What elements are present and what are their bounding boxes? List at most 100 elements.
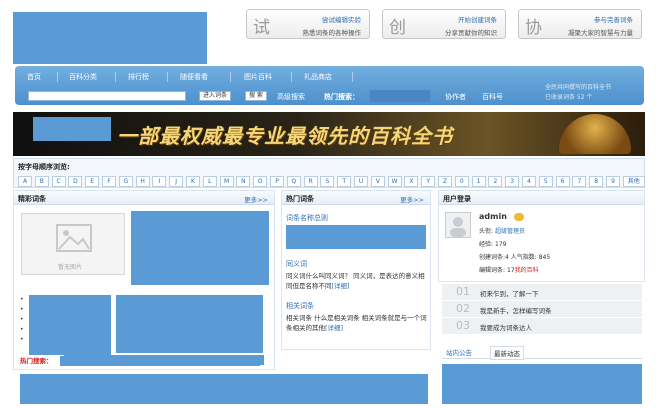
featured-list-right[interactable] xyxy=(116,295,263,353)
tab-latest-news[interactable]: 最新动态 xyxy=(490,346,524,360)
feature-create-entry[interactable]: 创 开始创建词条 分享贡献你的知识 xyxy=(382,9,506,39)
my-baike-link[interactable]: 我的百科 xyxy=(515,267,539,274)
letter-link[interactable]: 6 xyxy=(555,176,570,187)
user-level-icon xyxy=(514,213,524,221)
nav-random[interactable]: 随便看看 xyxy=(180,72,208,82)
featured-header: 精彩词条 更多>> xyxy=(14,191,274,205)
letter-link[interactable]: F xyxy=(102,176,116,187)
letter-link[interactable]: D xyxy=(68,176,83,187)
promo-banner[interactable]: 一部最权威最专业最领先的百科全书 xyxy=(13,112,645,156)
username[interactable]: admin xyxy=(479,212,507,221)
feature-title[interactable]: 开始创建词条 xyxy=(458,14,497,24)
collaborators-link[interactable]: 协作者 xyxy=(445,92,466,102)
letter-link[interactable]: G xyxy=(118,176,133,187)
nav-divider xyxy=(352,72,353,82)
letter-link[interactable]: L xyxy=(202,176,217,187)
letter-link[interactable]: A xyxy=(18,176,32,187)
task-row[interactable]: 03 我要成为词条达人 xyxy=(442,318,642,335)
nav-images[interactable]: 图片百科 xyxy=(244,72,272,82)
letter-link[interactable]: I xyxy=(152,176,167,187)
main-nav: 首页 百科分类 排行榜 随便看看 图片百科 礼品商店 全民共同撰写的百科全书 已… xyxy=(15,66,644,105)
search-button[interactable]: 搜 索 xyxy=(245,91,267,101)
letter-link[interactable]: R xyxy=(303,176,318,187)
letter-link[interactable]: W xyxy=(387,176,402,187)
hot-entries-title: 热门词条 xyxy=(286,195,314,203)
feature-title[interactable]: 参与完善词条 xyxy=(594,14,633,24)
nav-home[interactable]: 首页 xyxy=(27,72,41,82)
letter-link[interactable]: Y xyxy=(421,176,436,187)
letter-link[interactable]: 0 xyxy=(454,176,469,187)
letter-link[interactable]: M xyxy=(219,176,234,187)
hot-entry-detail-link[interactable]: [详细] xyxy=(332,282,350,290)
nav-divider xyxy=(291,72,292,82)
hot-entries-panel: 热门词条 更多>> 词条名称总则 同义词 同义词什么叫同义词？ 同义词，是表达的… xyxy=(281,190,431,350)
letter-link[interactable]: P xyxy=(270,176,284,187)
hot-entry-title[interactable]: 相关词条 xyxy=(286,301,314,311)
task-row[interactable]: 02 我是新手，怎样编写词条 xyxy=(442,301,642,318)
avatar[interactable] xyxy=(445,212,471,238)
letter-link[interactable]: 2 xyxy=(488,176,503,187)
task-text[interactable]: 我是新手，怎样编写词条 xyxy=(480,305,552,315)
letter-link[interactable]: 1 xyxy=(471,176,486,187)
feature-improve-entry[interactable]: 协 参与完善词条 凝聚大家的智慧与力量 xyxy=(518,9,642,39)
letter-link[interactable]: 9 xyxy=(606,176,620,187)
letter-link[interactable]: E xyxy=(85,176,100,187)
task-text[interactable]: 初来乍到，了解一下 xyxy=(480,288,539,298)
hot-entry-title[interactable]: 同义词 xyxy=(286,259,307,269)
letter-link[interactable]: 7 xyxy=(572,176,587,187)
image-placeholder-icon xyxy=(56,224,92,252)
advanced-search-link[interactable]: 高级搜索 xyxy=(277,92,305,102)
baike-account-link[interactable]: 百科号 xyxy=(482,92,503,102)
hot-entry-title[interactable]: 词条名称总则 xyxy=(286,213,328,223)
letter-link[interactable]: K xyxy=(186,176,200,187)
task-number: 03 xyxy=(456,319,470,332)
banner-slogan: 一部最权威最专业最领先的百科全书 xyxy=(117,124,453,148)
feature-try-edit[interactable]: 试 尝试编辑实验 熟悉词条的各种操作 xyxy=(246,9,370,39)
nav-gift-shop[interactable]: 礼品商店 xyxy=(304,72,332,82)
letter-link[interactable]: B xyxy=(34,176,49,187)
search-input[interactable] xyxy=(28,91,186,101)
feature-subtitle: 分享贡献你的知识 xyxy=(445,29,497,37)
letter-link[interactable]: T xyxy=(337,176,352,187)
hot-entry-desc-text: 同义词什么叫同义词？ 同义词，是表达的意义相同但是名称不同 xyxy=(286,272,425,290)
feature-title[interactable]: 尝试编辑实验 xyxy=(322,14,361,24)
site-logo[interactable] xyxy=(13,12,207,64)
task-row[interactable]: 01 初来乍到，了解一下 xyxy=(442,284,642,301)
letter-link[interactable]: Q xyxy=(286,176,301,187)
letter-link[interactable]: U xyxy=(354,176,368,187)
letter-link[interactable]: O xyxy=(253,176,268,187)
letter-link[interactable]: H xyxy=(135,176,150,187)
hot-search-terms[interactable] xyxy=(370,90,430,102)
letter-link[interactable]: 其他 xyxy=(622,176,645,187)
nav-categories[interactable]: 百科分类 xyxy=(69,72,97,82)
enter-entry-button[interactable]: 进入词条 xyxy=(199,91,232,101)
letter-link[interactable]: 4 xyxy=(522,176,536,187)
letter-link[interactable]: X xyxy=(404,176,419,187)
hot-entries-more-link[interactable]: 更多>> xyxy=(400,194,424,204)
browse-by-letter: 按字母顺序浏览: ABCDEFGHIJKLMNOPQRSTUVWXYZ01234… xyxy=(13,158,645,188)
rank-value[interactable]: 超级管理员 xyxy=(495,228,525,235)
letter-link[interactable]: C xyxy=(51,176,66,187)
letter-link[interactable]: 8 xyxy=(589,176,604,187)
letter-link[interactable]: 3 xyxy=(505,176,520,187)
letter-link[interactable]: S xyxy=(320,176,335,187)
hot-entry-detail-link[interactable]: [详细] xyxy=(325,324,343,332)
task-number: 02 xyxy=(456,302,470,315)
featured-more-link[interactable]: 更多>> xyxy=(244,194,268,204)
letter-link[interactable]: 5 xyxy=(538,176,553,187)
tab-announcements[interactable]: 站内公告 xyxy=(446,347,472,357)
task-text[interactable]: 我要成为词条达人 xyxy=(480,322,532,332)
no-image-placeholder[interactable]: 暂无图片 xyxy=(21,213,125,275)
news-list[interactable] xyxy=(442,364,642,404)
featured-list-left[interactable] xyxy=(29,295,111,355)
letter-link[interactable]: N xyxy=(236,176,251,187)
edited-label: 编辑词条: xyxy=(479,267,506,274)
nav-ranking[interactable]: 排行榜 xyxy=(128,72,149,82)
hot-entry-desc: 同义词什么叫同义词？ 同义词，是表达的意义相同但是名称不同[详细] xyxy=(286,271,428,291)
hot-entry-desc-text: 相关词条 什么是相关词条 相关词条就是与一个词条相关的其他 xyxy=(286,314,427,332)
letter-link[interactable]: J xyxy=(169,176,184,187)
user-panel: 用户登录 admin 头衔: 超级管理员 经验: 179 创建词条:4 人气指数… xyxy=(438,190,645,282)
letter-link[interactable]: V xyxy=(370,176,385,187)
letter-link[interactable]: Z xyxy=(438,176,452,187)
featured-bullets: • • • • • xyxy=(20,296,24,343)
